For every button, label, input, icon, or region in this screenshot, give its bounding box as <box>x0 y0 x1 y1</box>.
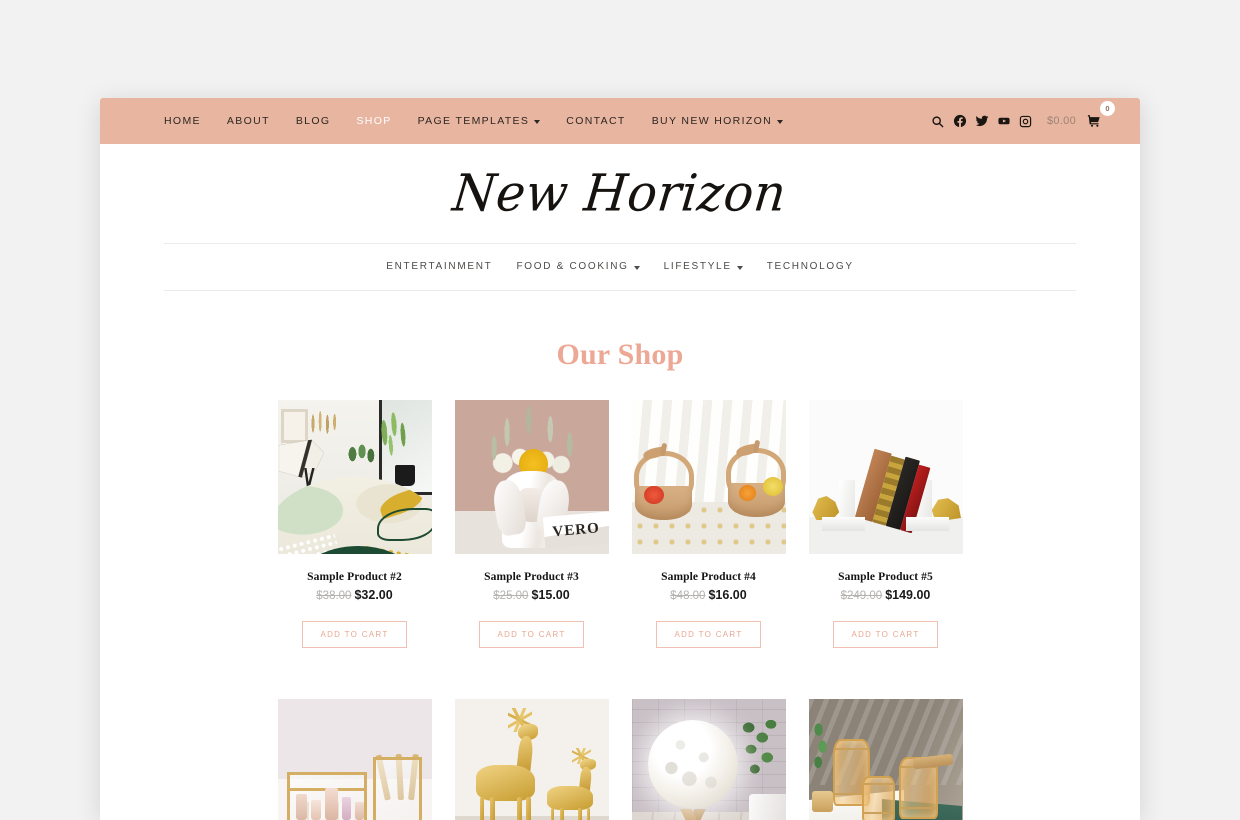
product-original-price: $25.00 <box>493 590 529 602</box>
product-name: Sample Product #2 <box>307 571 402 583</box>
nav-item-page-templates[interactable]: PAGE TEMPLATES <box>405 116 554 127</box>
product-card: Sample Product #7 $149.00$99.00 ADD TO C… <box>454 698 609 820</box>
product-image-amber-glass-lanterns[interactable] <box>808 698 963 820</box>
product-grid: Sample Product #2 $38.00 $32.00 ADD TO CA… <box>100 400 1140 820</box>
cart-total-amount: $0.00 <box>1046 115 1076 127</box>
nav-item-blog[interactable]: BLOG <box>283 116 344 127</box>
nav-item-home[interactable]: HOME <box>164 116 214 127</box>
product-price: $48.00 $16.00 <box>632 589 786 603</box>
youtube-icon[interactable] <box>993 110 1015 132</box>
chevron-down-icon <box>777 120 784 124</box>
nav-item-shop[interactable]: SHOP <box>343 116 404 127</box>
product-card: VERO Sample Product #3 $25.00 $15.00 ADD … <box>454 400 609 648</box>
page-title: Our Shop <box>556 338 684 371</box>
add-to-cart-button[interactable]: ADD TO CART <box>479 620 584 648</box>
primary-nav-links: HOME ABOUT BLOG SHOP PAGE TEMPLATES CONT… <box>164 116 796 127</box>
chevron-down-icon <box>736 266 743 270</box>
category-item-entertainment[interactable]: ENTERTAINMENT <box>374 262 504 272</box>
nav-item-about[interactable]: ABOUT <box>214 116 283 127</box>
chevron-down-icon <box>534 120 541 124</box>
twitter-icon[interactable] <box>971 110 993 132</box>
product-card: Sample Product #4 $48.00 $16.00 ADD TO CA… <box>631 400 786 648</box>
add-to-cart-button[interactable]: ADD TO CART <box>302 620 407 648</box>
nav-label: BLOG <box>295 114 331 127</box>
category-item-technology[interactable]: TECHNOLOGY <box>755 262 866 272</box>
nav-label: ABOUT <box>226 114 270 127</box>
product-sale-price: $149.00 <box>885 588 931 602</box>
nav-utility-group: $0.00 0 <box>927 101 1115 132</box>
product-original-price: $48.00 <box>670 590 706 602</box>
product-card: Sample Product #6 $29.00$19.00 ADD TO CA… <box>277 698 432 820</box>
facebook-icon[interactable] <box>949 110 971 132</box>
product-card: Sample Product #9 $99.00$79.00 ADD TO CA… <box>808 698 963 820</box>
nav-label: BUY NEW HORIZON <box>651 114 773 127</box>
product-card: Sample Product #2 $38.00 $32.00 ADD TO CA… <box>277 400 432 648</box>
primary-navigation-bar: HOME ABOUT BLOG SHOP PAGE TEMPLATES CONT… <box>100 98 1140 144</box>
nav-item-buy-new-horizon[interactable]: BUY NEW HORIZON <box>639 116 796 127</box>
product-image-white-face-vase-with-flowers[interactable]: VERO <box>454 400 609 554</box>
product-image-gold-deer-figurines[interactable] <box>454 698 609 820</box>
cart-item-count-badge: 0 <box>1100 101 1115 116</box>
instagram-icon[interactable] <box>1015 110 1037 132</box>
nav-label: CONTACT <box>566 114 626 127</box>
category-label: ENTERTAINMENT <box>386 261 493 272</box>
product-price: $249.00 $149.00 <box>809 589 963 603</box>
nav-label: HOME <box>164 114 201 127</box>
category-label: LIFESTYLE <box>663 261 732 272</box>
nav-label: PAGE TEMPLATES <box>417 114 530 127</box>
product-image-marble-gold-bookends[interactable] <box>808 400 963 554</box>
nav-label: SHOP <box>356 114 392 127</box>
category-label: FOOD & COOKING <box>516 261 629 272</box>
nav-item-contact[interactable]: CONTACT <box>553 116 638 127</box>
site-page: HOME ABOUT BLOG SHOP PAGE TEMPLATES CONT… <box>100 98 1140 820</box>
category-navigation: ENTERTAINMENT FOOD & COOKING LIFESTYLE T… <box>164 243 1076 291</box>
add-to-cart-button[interactable]: ADD TO CART <box>833 620 938 648</box>
search-icon[interactable] <box>927 110 949 132</box>
category-item-food-and-cooking[interactable]: FOOD & COOKING <box>504 262 651 272</box>
grid-row-spacer <box>278 648 963 699</box>
product-sale-price: $32.00 <box>354 588 393 602</box>
product-image-wooden-apple-fruit-baskets[interactable] <box>631 400 786 554</box>
product-sale-price: $16.00 <box>708 588 747 602</box>
product-original-price: $38.00 <box>316 590 352 602</box>
product-card: Sample Product #5 $249.00 $149.00 ADD TO … <box>808 400 963 648</box>
product-name: Sample Product #5 <box>838 571 933 583</box>
site-header: New Horizon <box>100 144 1140 243</box>
cart-button[interactable]: 0 <box>1083 101 1115 132</box>
product-name: Sample Product #4 <box>661 571 756 583</box>
add-to-cart-button[interactable]: ADD TO CART <box>656 620 761 648</box>
product-card: Sample Product #8 $29.00$27.00 ADD TO CA… <box>631 698 786 820</box>
product-image-glass-gold-makeup-organizer[interactable] <box>277 698 432 820</box>
chevron-down-icon <box>633 266 640 270</box>
site-logo[interactable]: New Horizon <box>450 164 789 223</box>
product-sale-price: $15.00 <box>531 588 570 602</box>
product-image-moon-lamp-on-wood-stand[interactable] <box>631 698 786 820</box>
product-price: $25.00 $15.00 <box>455 589 609 603</box>
product-original-price: $249.00 <box>840 590 883 602</box>
product-image-green-round-rug[interactable] <box>277 400 432 554</box>
category-label: TECHNOLOGY <box>766 261 854 272</box>
product-name: Sample Product #3 <box>484 571 579 583</box>
category-item-lifestyle[interactable]: LIFESTYLE <box>652 262 755 272</box>
product-price: $38.00 $32.00 <box>278 589 432 603</box>
